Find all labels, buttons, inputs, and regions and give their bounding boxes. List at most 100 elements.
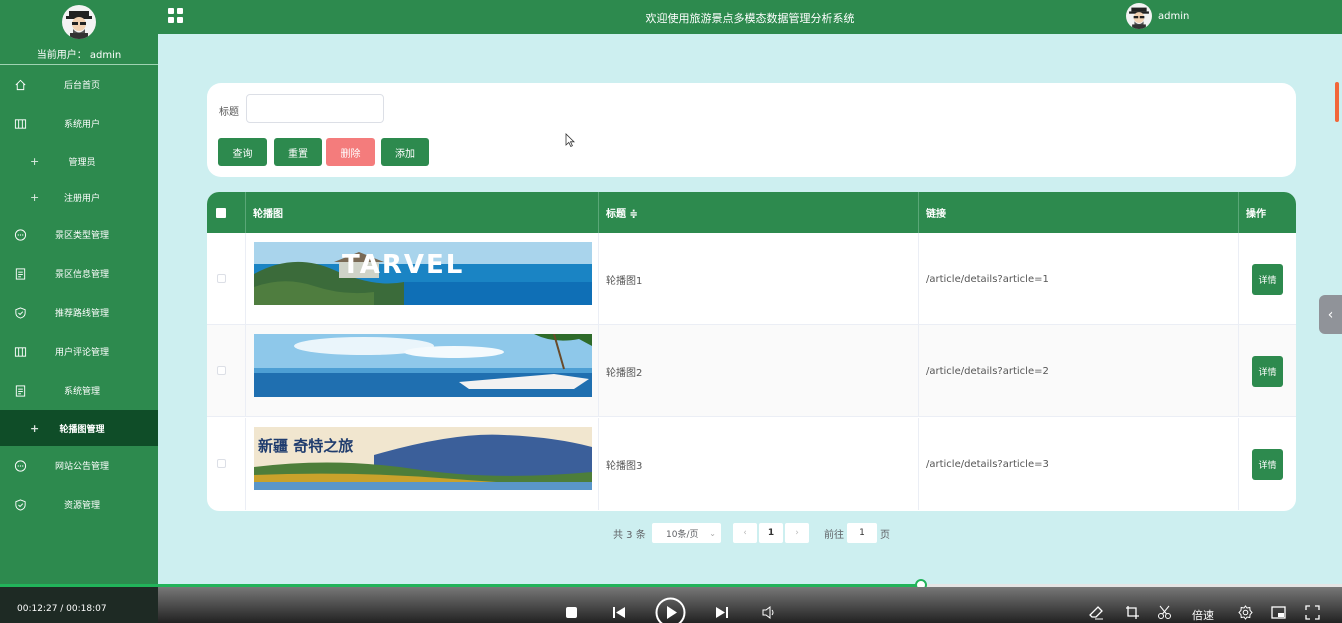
picture-in-picture-icon xyxy=(1271,606,1286,619)
checkbox-cell xyxy=(207,418,246,510)
checkbox-cell xyxy=(207,233,246,325)
top-header: 欢迎使用旅游景点多模态数据管理分析系统 admin xyxy=(158,0,1342,34)
next-page-button[interactable]: › xyxy=(785,523,809,543)
detail-button[interactable]: 详情 xyxy=(1252,264,1283,295)
plus-icon: + xyxy=(30,154,40,168)
home-icon xyxy=(15,79,26,90)
crop-button[interactable] xyxy=(1125,605,1140,620)
sidebar-item-label: 注册用户 xyxy=(63,193,100,204)
columns-icon xyxy=(14,346,27,357)
pagination-total: 共 3 条 xyxy=(613,529,646,541)
clip-button[interactable] xyxy=(1157,605,1172,620)
detail-button[interactable]: 详情 xyxy=(1252,449,1283,480)
chevron-right-icon: › xyxy=(795,528,799,538)
add-button[interactable]: 添加 xyxy=(381,138,429,166)
skip-forward-icon xyxy=(716,607,728,618)
sidebar-item-admin[interactable]: + 管理员 xyxy=(0,143,158,179)
stop-icon xyxy=(566,607,577,618)
carousel-image-3: 新疆 奇特之旅 xyxy=(254,427,592,490)
volume-button[interactable] xyxy=(762,606,776,619)
sidebar-item-system[interactable]: 系统管理 xyxy=(0,371,158,410)
page-size-value: 10条/页 xyxy=(666,529,699,540)
select-all-cell xyxy=(207,192,246,233)
sidebar-item-scenic-type[interactable]: 景区类型管理 xyxy=(0,215,158,254)
title-label: 标题 xyxy=(219,107,239,118)
carousel-image-1: TARVEL xyxy=(254,242,592,305)
play-button[interactable] xyxy=(655,597,686,623)
sidebar-item-carousel[interactable]: + 轮播图管理 xyxy=(0,410,158,446)
sidebar-item-resources[interactable]: 资源管理 xyxy=(0,485,158,524)
table-header: 轮播图 标题 ≑ 链接 操作 xyxy=(207,192,1296,233)
plus-icon: + xyxy=(30,190,40,204)
sidebar-item-comments[interactable]: 用户评论管理 xyxy=(0,332,158,371)
goto-label: 前往 xyxy=(824,529,844,541)
header-username[interactable]: admin xyxy=(1158,11,1189,22)
title-cell: 轮播图1 xyxy=(599,233,919,325)
link-cell: /article/details?article=3 xyxy=(919,418,1239,510)
sidebar-item-scenic-info[interactable]: 景区信息管理 xyxy=(0,254,158,293)
avatar-icon xyxy=(1129,7,1149,29)
video-player-controls: 00:12:27 / 00:18:07 倍速 xyxy=(0,587,1342,623)
side-panel-toggle[interactable]: ‹ xyxy=(1319,295,1342,334)
query-button[interactable]: 查询 xyxy=(218,138,267,166)
previous-button[interactable] xyxy=(612,606,626,619)
header-avatar[interactable] xyxy=(1126,3,1152,29)
page-number-current[interactable]: 1 xyxy=(759,523,783,543)
settings-button[interactable] xyxy=(1238,605,1253,620)
banner-text: TARVEL xyxy=(342,250,465,280)
link-cell: /article/details?article=1 xyxy=(919,233,1239,325)
table-row: 新疆 奇特之旅 轮播图3 /article/details?article=3 … xyxy=(207,418,1296,510)
shield-check-icon xyxy=(15,306,26,319)
sidebar-item-registered-users[interactable]: + 注册用户 xyxy=(0,179,158,215)
row-checkbox[interactable] xyxy=(217,366,226,375)
stop-button[interactable] xyxy=(565,606,578,619)
current-user-label: 当前用户： admin xyxy=(36,50,122,61)
next-button[interactable] xyxy=(715,606,729,619)
sidebar-item-system-users[interactable]: 系统用户 xyxy=(0,104,158,143)
playback-rate-button[interactable]: 倍速 xyxy=(1192,607,1214,623)
avatar[interactable] xyxy=(62,5,96,39)
column-header-title[interactable]: 标题 ≑ xyxy=(599,192,919,233)
scissors-icon xyxy=(1158,605,1171,619)
carousel-image-2 xyxy=(254,334,592,397)
delete-button[interactable]: 删除 xyxy=(326,138,375,166)
sidebar-item-routes[interactable]: 推荐路线管理 xyxy=(0,293,158,332)
title-cell: 轮播图2 xyxy=(599,325,919,417)
mouse-cursor-icon xyxy=(565,133,575,148)
shield-check-icon xyxy=(15,498,26,511)
sidebar-item-home[interactable]: 后台首页 xyxy=(0,65,158,104)
plus-icon: + xyxy=(30,421,40,435)
table-row: 轮播图2 /article/details?article=2 详情 xyxy=(207,325,1296,417)
sidebar-item-label: 轮播图管理 xyxy=(59,424,105,435)
page-suffix-label: 页 xyxy=(880,529,890,541)
chevron-down-icon: ⌄ xyxy=(709,528,716,538)
search-panel: 标题 查询 重置 删除 添加 xyxy=(207,83,1296,177)
skip-back-icon xyxy=(613,607,625,618)
prev-page-button[interactable]: ‹ xyxy=(733,523,757,543)
fullscreen-icon xyxy=(1305,605,1320,620)
select-all-checkbox[interactable] xyxy=(216,208,226,218)
row-checkbox[interactable] xyxy=(217,274,226,283)
sidebar-item-announcements[interactable]: 网站公告管理 xyxy=(0,446,158,485)
goto-page-input[interactable]: 1 xyxy=(847,523,877,543)
checkbox-cell xyxy=(207,325,246,417)
sidebar: 当前用户： admin 后台首页 系统用户 + 管理员 + 注册用户 景区类型管… xyxy=(0,0,158,587)
title-search-input[interactable] xyxy=(246,94,384,123)
reset-button[interactable]: 重置 xyxy=(274,138,322,166)
chevron-left-icon: ‹ xyxy=(743,528,747,538)
picture-in-picture-button[interactable] xyxy=(1271,605,1286,620)
scrollbar-indicator[interactable] xyxy=(1335,82,1339,122)
title-cell: 轮播图3 xyxy=(599,418,919,510)
column-header-actions: 操作 xyxy=(1246,209,1266,220)
table-row: TARVEL 轮播图1 /article/details?article=1 详… xyxy=(207,233,1296,325)
document-icon xyxy=(15,384,26,397)
page-size-select[interactable]: 10条/页 ⌄ xyxy=(652,523,721,543)
chat-icon xyxy=(14,228,27,241)
column-header-link: 链接 xyxy=(919,192,1239,233)
eraser-icon xyxy=(1089,606,1103,620)
detail-button[interactable]: 详情 xyxy=(1252,356,1283,387)
row-checkbox[interactable] xyxy=(217,459,226,468)
eraser-button[interactable] xyxy=(1089,605,1104,620)
fullscreen-button[interactable] xyxy=(1305,605,1320,620)
volume-icon xyxy=(762,606,774,619)
